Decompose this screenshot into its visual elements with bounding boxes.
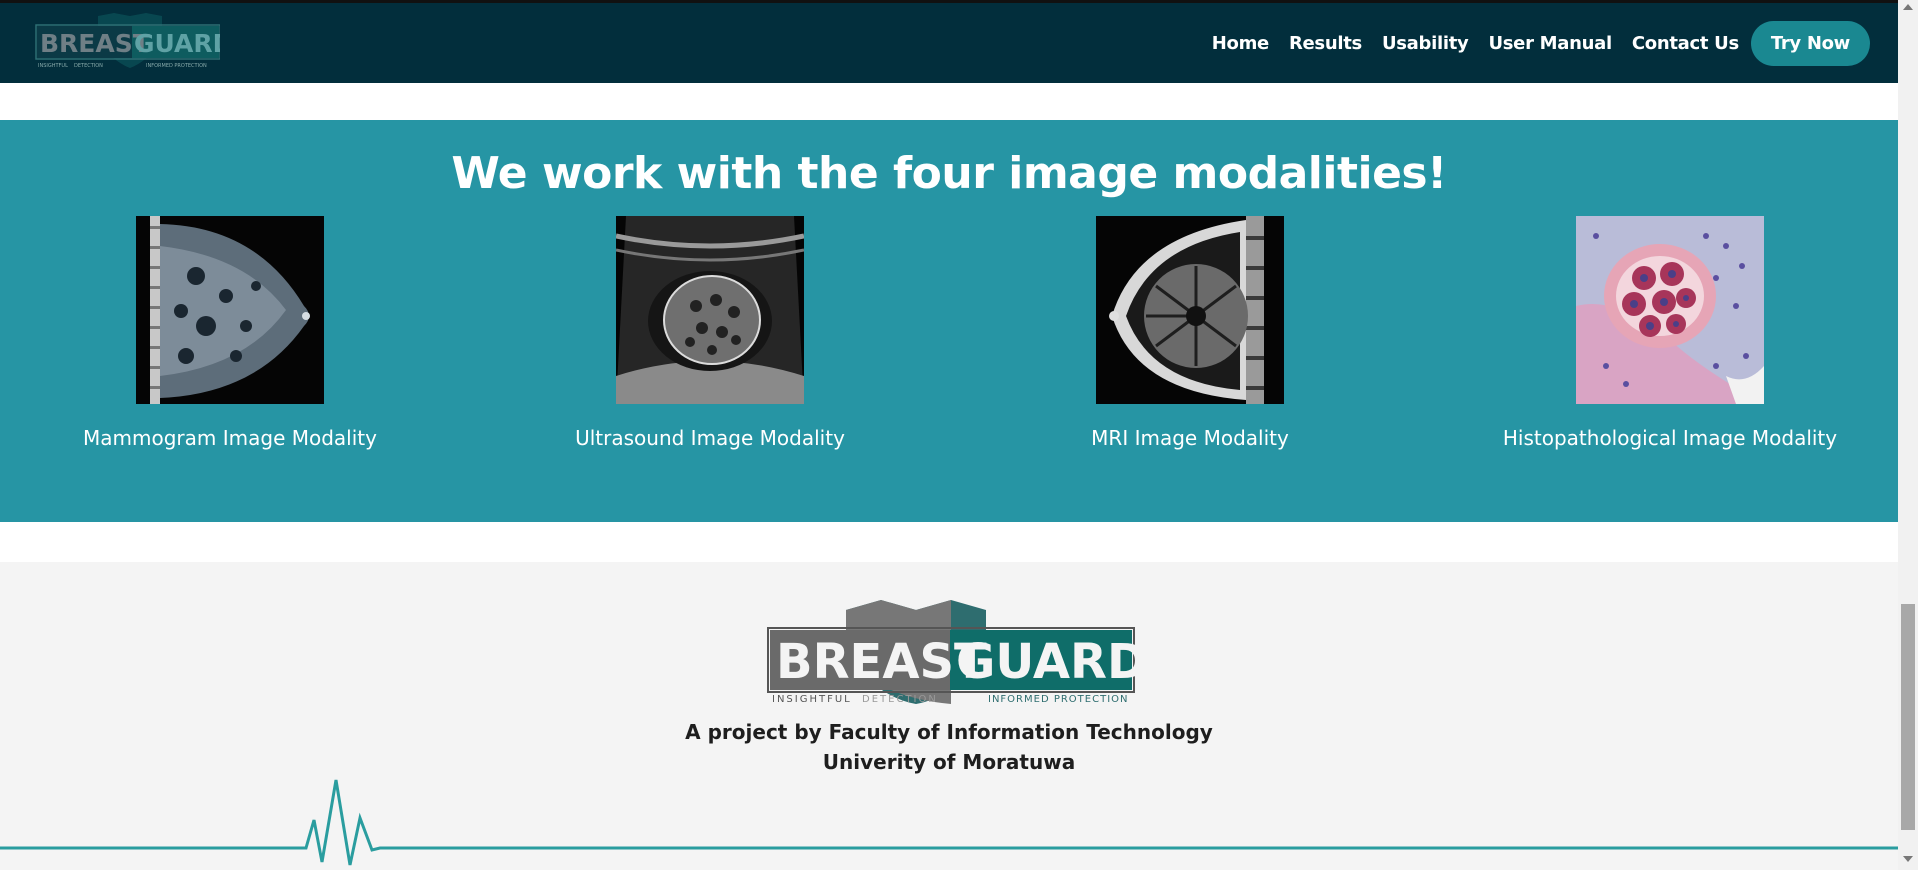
- footer-tagline-mid: DETECTION: [862, 694, 938, 705]
- scrollbar-thumb[interactable]: [1901, 604, 1915, 830]
- breastguard-logo-icon: BREAST GUARD INSIGHTFUL DETECTION INFORM…: [35, 13, 233, 69]
- scroll-up-arrow-icon[interactable]: [1903, 4, 1913, 10]
- modality-card-mri: MRI Image Modality: [990, 216, 1390, 450]
- nav-link-results[interactable]: Results: [1279, 33, 1372, 54]
- logo-tagline-mid: DETECTION: [74, 63, 103, 69]
- logo-text-part2: GUARD: [134, 29, 220, 58]
- logo-tagline-left: INSIGHTFUL: [38, 63, 68, 69]
- modality-label-histopathology: Histopathological Image Modality: [1502, 426, 1838, 450]
- modalities-title: We work with the four image modalities!: [451, 148, 1447, 199]
- mammogram-image: [136, 216, 324, 404]
- nav-logo[interactable]: BREAST GUARD INSIGHTFUL DETECTION INFORM…: [34, 12, 233, 74]
- modalities-section: We work with the four image modalities! …: [0, 120, 1898, 522]
- nav-link-contact-us[interactable]: Contact Us: [1622, 33, 1749, 54]
- modality-card-ultrasound: Ultrasound Image Modality: [510, 216, 910, 450]
- footer-tagline-right: INFORMED PROTECTION: [988, 694, 1129, 705]
- modality-label-mammogram: Mammogram Image Modality: [83, 426, 377, 450]
- footer: BREAST GUARD INSIGHTFUL DETECTION INFORM…: [0, 562, 1898, 870]
- modality-card-mammogram: Mammogram Image Modality: [30, 216, 430, 450]
- histopathology-image: [1576, 216, 1764, 404]
- modality-card-histopathology: Histopathological Image Modality: [1470, 216, 1870, 450]
- footer-breastguard-logo-icon: BREAST GUARD INSIGHTFUL DETECTION INFORM…: [767, 600, 1136, 705]
- footer-tagline-left: INSIGHTFUL: [772, 694, 852, 705]
- scrollbar[interactable]: [1898, 0, 1918, 870]
- nav-link-user-manual[interactable]: User Manual: [1478, 33, 1621, 54]
- ultrasound-image: [616, 216, 804, 404]
- navbar: BREAST GUARD INSIGHTFUL DETECTION INFORM…: [0, 3, 1898, 83]
- modality-label-mri: MRI Image Modality: [1091, 426, 1289, 450]
- nav-link-usability[interactable]: Usability: [1372, 33, 1479, 54]
- footer-project-line: A project by Faculty of Information Tech…: [685, 720, 1213, 744]
- logo-tagline-right: INFORMED PROTECTION: [146, 63, 207, 69]
- heartbeat-line-icon: [0, 779, 1898, 866]
- nav-links: Home Results Usability User Manual Conta…: [1202, 20, 1870, 66]
- footer-logo-text-part2: GUARD: [956, 634, 1136, 690]
- mri-image: [1096, 216, 1284, 404]
- modality-label-ultrasound: Ultrasound Image Modality: [575, 426, 845, 450]
- try-now-button[interactable]: Try Now: [1750, 20, 1870, 66]
- scroll-down-arrow-icon[interactable]: [1903, 856, 1913, 862]
- nav-link-home[interactable]: Home: [1202, 33, 1279, 54]
